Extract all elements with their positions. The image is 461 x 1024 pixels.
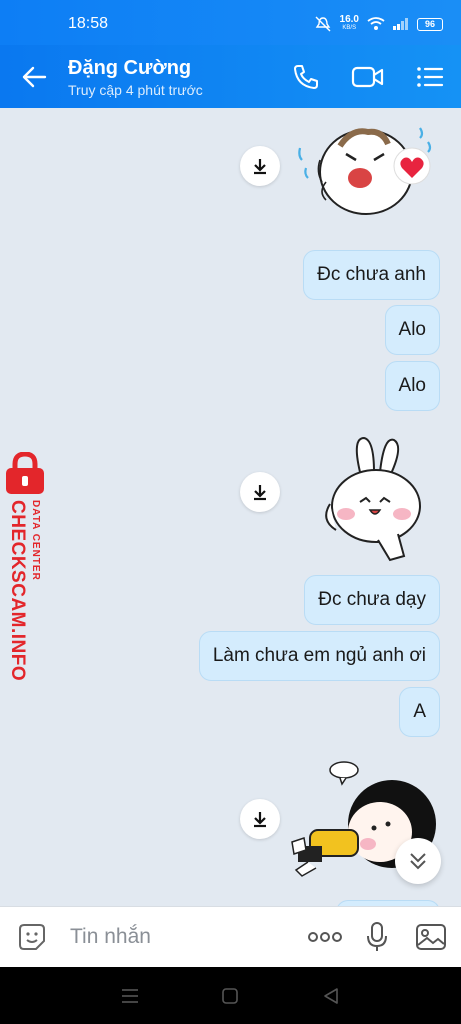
message-text: A	[413, 701, 426, 722]
wifi-icon	[367, 17, 385, 30]
video-call-icon	[351, 66, 384, 87]
sticker-cat[interactable]	[290, 120, 440, 220]
gallery-button[interactable]	[403, 907, 459, 968]
call-button[interactable]	[275, 45, 337, 108]
message-text: Đc chưa anh	[317, 264, 426, 285]
net-speed-value: 16.0	[339, 14, 359, 25]
net-speed-unit: KB/S	[342, 25, 357, 31]
chevron-double-down-icon	[410, 853, 426, 870]
message-input[interactable]: Tin nhắn	[60, 925, 299, 949]
download-button[interactable]	[240, 472, 280, 512]
back-arrow-icon	[22, 66, 47, 87]
download-button[interactable]	[240, 146, 280, 186]
contact-last-seen: Truy cập 4 phút trước	[68, 81, 203, 98]
status-icons: 16.0 KB/S 96	[314, 15, 443, 33]
voice-button[interactable]	[351, 907, 403, 968]
message-text: Alo	[398, 375, 426, 396]
phone-icon	[294, 64, 318, 89]
watermark-sub-text: DATA CENTER	[30, 500, 41, 581]
message-bubble[interactable]: Alo	[384, 305, 440, 355]
more-button[interactable]	[299, 907, 351, 968]
download-button[interactable]	[240, 799, 280, 839]
microphone-icon	[367, 922, 387, 951]
download-icon	[254, 812, 266, 828]
message-bubble[interactable]: A	[399, 687, 440, 737]
video-call-button[interactable]	[337, 45, 399, 108]
home-icon[interactable]	[221, 987, 239, 1005]
contact-name: Đặng Cường	[68, 56, 192, 79]
system-nav-bar	[0, 967, 461, 1024]
message-text: Đc chưa dạy	[318, 589, 426, 610]
message-bubble[interactable]: Làm chưa em ngủ anh ơi	[198, 631, 440, 681]
chat-header: Đặng Cường Truy cập 4 phút trước	[0, 45, 461, 108]
battery-indicator: 96	[417, 17, 443, 31]
contact-info[interactable]: Đặng Cường Truy cập 4 phút trước	[68, 56, 275, 98]
message-bubble[interactable]: Đc chưa anh	[303, 250, 440, 300]
message-bubble[interactable]: Đc chưa dạy	[304, 575, 440, 625]
sticker-bunny[interactable]	[318, 434, 424, 568]
back-button[interactable]	[0, 45, 68, 108]
signal-icon	[393, 18, 408, 30]
chat-area[interactable]: Đc chưa anh Alo Alo Đc chưa dạy Làm chưa…	[0, 108, 461, 906]
message-bubble[interactable]: Alo	[384, 361, 440, 411]
image-icon	[416, 924, 446, 950]
sticker-face-icon	[19, 924, 45, 950]
mute-icon	[315, 16, 331, 32]
recent-apps-icon[interactable]	[121, 988, 139, 1004]
watermark: CHECKSCAM.INFO DATA CENTER	[0, 452, 56, 682]
menu-button[interactable]	[399, 45, 461, 108]
net-speed: 16.0 KB/S	[340, 15, 359, 33]
back-nav-icon[interactable]	[322, 987, 340, 1005]
scroll-to-bottom-button[interactable]	[395, 838, 441, 884]
download-icon	[254, 159, 266, 175]
sticker-button[interactable]	[4, 907, 60, 968]
status-bar: 18:58 16.0 KB/S 96	[0, 0, 461, 48]
more-dots-icon	[308, 932, 342, 942]
status-time: 18:58	[68, 15, 109, 32]
message-input-bar: Tin nhắn	[0, 906, 461, 967]
download-icon	[254, 485, 266, 501]
lock-icon	[6, 452, 44, 494]
watermark-main-text: CHECKSCAM.INFO	[7, 500, 28, 682]
menu-list-icon	[417, 66, 444, 87]
message-text: Alo	[398, 319, 426, 340]
message-text: Làm chưa em ngủ anh ơi	[212, 645, 426, 666]
